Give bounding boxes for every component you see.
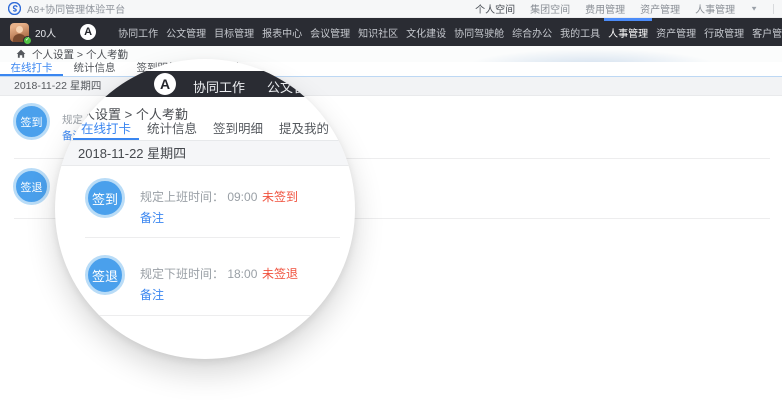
app-window: A8+协同管理体验平台 个人空间 集团空间 费用管理 资产管理 人事管理 ▼ ✓… <box>0 0 782 400</box>
tab-online-punch[interactable]: 在线打卡 <box>0 62 63 76</box>
nav-item-cockpit[interactable]: 协同驾驶舱 <box>450 18 508 46</box>
a8-logo-icon[interactable]: A <box>80 24 96 40</box>
tab-statistics-magnified[interactable]: 统计信息 <box>139 121 205 140</box>
nav-item-docs-magnified[interactable]: 公文管理 <box>267 77 319 96</box>
check-in-note-link-magnified[interactable]: 备注 <box>140 209 164 226</box>
check-in-button-magnified[interactable]: 签到 <box>85 178 125 218</box>
breadcrumb-row: 个人设置 > 个人考勤 <box>0 46 782 62</box>
nav-item-reports[interactable]: 报表中心 <box>258 18 306 46</box>
nav-item-collab[interactable]: 协同工作 <box>114 18 162 46</box>
check-in-button[interactable]: 签到 <box>13 103 50 140</box>
breadcrumb: 个人设置 > 个人考勤 <box>32 47 128 62</box>
row-divider <box>85 237 340 238</box>
tab-mentions-magnified[interactable]: 提及我的 <box>271 121 337 140</box>
nav-item-admin[interactable]: 行政管理 <box>700 18 748 46</box>
nav-item-collab-magnified[interactable]: 协同工作 <box>193 77 245 96</box>
home-icon[interactable] <box>16 49 26 59</box>
nav-item-tools[interactable]: 我的工具 <box>556 18 604 46</box>
avatar-face <box>16 26 23 33</box>
check-out-button[interactable]: 签退 <box>13 168 50 205</box>
nav-item-culture[interactable]: 文化建设 <box>402 18 450 46</box>
nav-menu: 协同工作 公文管理 目标管理 报表中心 会议管理 知识社区 文化建设 协同驾驶舱… <box>114 18 782 46</box>
menu-asset-mgmt[interactable]: 资产管理 <box>640 1 680 16</box>
date-header-magnified: 2018-11-22 星期四 <box>55 141 355 166</box>
menu-group-space[interactable]: 集团空间 <box>530 1 570 16</box>
check-in-status-magnified: 未签到 <box>262 188 298 205</box>
app-title: A8+协同管理体验平台 <box>27 1 125 16</box>
online-status-badge: ✓ <box>23 36 32 45</box>
user-avatar[interactable]: ✓ <box>10 23 29 42</box>
tab-online-punch-magnified[interactable]: 在线打卡 <box>73 121 139 140</box>
a8-logo-icon-magnified[interactable]: A <box>154 73 176 95</box>
tab-signin-detail-magnified[interactable]: 签到明细 <box>205 121 271 140</box>
check-out-button-magnified[interactable]: 签退 <box>85 255 125 295</box>
chevron-down-icon[interactable]: ▼ <box>750 5 758 12</box>
check-out-note-link-magnified[interactable]: 备注 <box>140 286 164 303</box>
nav-item-goals[interactable]: 目标管理 <box>210 18 258 46</box>
check-out-status-magnified: 未签退 <box>262 265 298 282</box>
seeyon-logo-icon <box>8 2 21 15</box>
nav-item-assets[interactable]: 资产管理 <box>652 18 700 46</box>
row-divider <box>95 315 310 316</box>
magnifier-overlay: A 协同工作 公文管理 个人设置 > 个人考勤 在线打卡 统计信息 签到明细 提… <box>55 59 355 359</box>
tabs-magnified: 在线打卡 统计信息 签到明细 提及我的 <box>73 121 337 140</box>
user-count-label[interactable]: 20人 <box>35 25 56 40</box>
check-out-rule-magnified: 规定下班时间： 18:00 <box>140 265 257 282</box>
nav-item-office[interactable]: 综合办公 <box>508 18 556 46</box>
nav-item-hr[interactable]: 人事管理 <box>604 18 652 46</box>
nav-item-knowledge[interactable]: 知识社区 <box>354 18 402 46</box>
nav-item-meetings[interactable]: 会议管理 <box>306 18 354 46</box>
separator <box>773 4 774 14</box>
menu-expense-mgmt[interactable]: 费用管理 <box>585 1 625 16</box>
main-nav-bar: ✓ 20人 A 协同工作 公文管理 目标管理 报表中心 会议管理 知识社区 文化… <box>0 18 782 46</box>
banner-wave-decoration <box>427 46 727 62</box>
nav-item-customers[interactable]: 客户管理 <box>748 18 782 46</box>
top-bar: A8+协同管理体验平台 个人空间 集团空间 费用管理 资产管理 人事管理 ▼ <box>0 0 782 18</box>
menu-personal-space[interactable]: 个人空间 <box>475 1 515 16</box>
check-in-rule-magnified: 规定上班时间： 09:00 <box>140 188 257 205</box>
top-right-menu: 个人空间 集团空间 费用管理 资产管理 人事管理 ▼ <box>475 1 774 16</box>
menu-hr-mgmt[interactable]: 人事管理 <box>695 1 735 16</box>
nav-item-docs[interactable]: 公文管理 <box>162 18 210 46</box>
